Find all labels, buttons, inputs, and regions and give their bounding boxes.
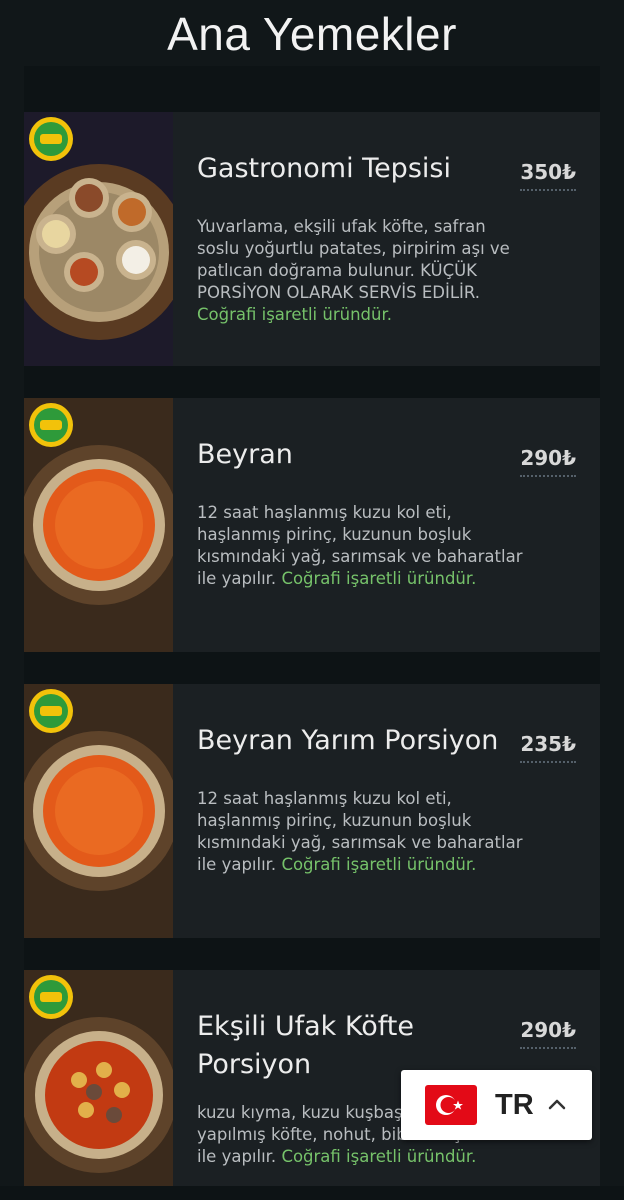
dish-title: Beyran (197, 439, 293, 470)
dish-image (24, 684, 173, 938)
dish-price: 290₺ (520, 1018, 576, 1049)
dish-price: 235₺ (520, 732, 576, 763)
dish-description: Yuvarlama, ekşili ufak köfte, safran sos… (197, 216, 527, 326)
dish-description: 12 saat haşlanmış kuzu kol eti, haşlanmı… (197, 502, 527, 590)
geographical-indication-note: Coğrafi işaretli üründür. (281, 569, 477, 588)
language-code: TR (495, 1089, 534, 1121)
geographical-indication-note: Coğrafi işaretli üründür. (281, 1147, 477, 1166)
dish-image (24, 970, 173, 1200)
chevron-up-icon[interactable] (547, 1096, 567, 1110)
menu-item-card[interactable]: Gastronomi Tepsisi 350₺ Yuvarlama, ekşil… (24, 112, 600, 366)
geographical-indication-badge-icon (28, 974, 74, 1020)
geographical-indication-badge-icon (28, 688, 74, 734)
geographical-indication-note: Coğrafi işaretli üründür. (281, 855, 477, 874)
dish-image (24, 112, 173, 366)
menu-item-card[interactable]: Beyran 290₺ 12 saat haşlanmış kuzu kol e… (24, 398, 600, 652)
language-switcher[interactable]: TR (401, 1070, 592, 1140)
dish-price: 290₺ (520, 446, 576, 477)
description-text: Yuvarlama, ekşili ufak köfte, safran sos… (197, 217, 510, 302)
dish-title: Beyran Yarım Porsiyon (197, 725, 499, 756)
dish-title: Gastronomi Tepsisi (197, 153, 451, 184)
page-title: Ana Yemekler (167, 8, 457, 60)
turkey-flag-icon (425, 1085, 477, 1125)
geographical-indication-note: Coğrafi işaretli üründür. (197, 305, 392, 324)
dish-price: 350₺ (520, 160, 576, 191)
geographical-indication-badge-icon (28, 116, 74, 162)
menu-item-card[interactable]: Beyran Yarım Porsiyon 235₺ 12 saat haşla… (24, 684, 600, 938)
dish-description: 12 saat haşlanmış kuzu kol eti, haşlanmı… (197, 788, 527, 876)
bottom-strip (0, 1186, 624, 1200)
dish-image (24, 398, 173, 652)
geographical-indication-badge-icon (28, 402, 74, 448)
